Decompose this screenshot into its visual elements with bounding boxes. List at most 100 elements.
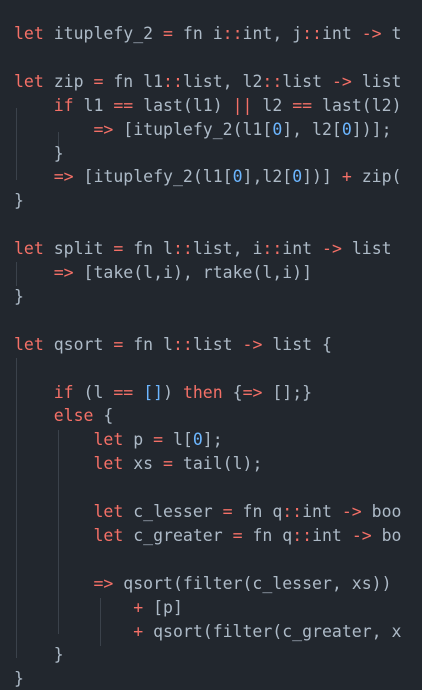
code-token: qsort xyxy=(43,334,114,354)
code-token: if xyxy=(53,382,74,402)
code-token: } xyxy=(14,191,24,211)
code-token: t xyxy=(381,24,402,43)
code-token: (l xyxy=(73,382,114,402)
code-line[interactable]: => [ituplefy_2(l1[0], l2[0])]; xyxy=(14,118,392,142)
code-token: int xyxy=(312,525,352,545)
code-token: int xyxy=(282,239,323,259)
code-token: last(l1) xyxy=(133,95,233,115)
code-line[interactable]: let ituplefy_2 = fn i::int, j::int -> t xyxy=(14,22,402,46)
code-token: } xyxy=(14,645,64,665)
code-line[interactable]: let split = fn l::list, i::int -> list xyxy=(14,237,392,261)
code-token: = xyxy=(163,24,173,43)
code-token: l[ xyxy=(163,430,193,450)
code-token: c_greater xyxy=(123,525,233,545)
code-token: == xyxy=(113,382,134,402)
code-token: ])]; xyxy=(351,119,392,139)
code-token: [p] xyxy=(143,597,183,617)
code-token: fn l xyxy=(123,239,173,259)
code-token: => xyxy=(93,119,114,139)
code-token: :: xyxy=(292,525,313,545)
code-token: [take(l,i), rtake(l,i)] xyxy=(73,263,313,282)
code-token: => xyxy=(242,382,263,402)
code-token: 0 xyxy=(192,430,203,450)
code-token: -> xyxy=(242,334,263,354)
code-editor[interactable]: let ituplefy_2 = fn i::int, j::int -> tl… xyxy=(0,0,422,690)
code-token: let xyxy=(93,502,124,521)
code-line[interactable]: let c_lesser = fn q::int -> boo xyxy=(14,500,401,524)
code-token: + xyxy=(133,597,144,617)
code-token: ]; xyxy=(202,430,223,450)
code-token: + xyxy=(341,167,352,187)
code-token: else xyxy=(53,406,94,426)
code-token: then xyxy=(182,382,223,402)
code-line[interactable]: if l1 == last(l1) || l2 == last(l2) xyxy=(14,94,402,118)
code-token: [ituplefy_2(l1[ xyxy=(73,167,233,187)
code-token: l1 xyxy=(73,95,114,115)
code-token: 0 xyxy=(272,119,283,139)
code-token: == xyxy=(292,95,313,115)
code-token: p xyxy=(123,430,154,450)
code-token: list xyxy=(282,71,332,91)
code-token: :: xyxy=(222,24,243,43)
code-token: { xyxy=(93,406,114,426)
code-line[interactable]: let qsort = fn l::list -> list { xyxy=(14,333,332,357)
code-token: = xyxy=(222,502,233,521)
code-line[interactable]: } xyxy=(14,643,64,667)
code-token: last(l2) xyxy=(312,95,402,115)
code-token: 0 xyxy=(232,167,243,187)
code-token: fn q xyxy=(242,525,293,545)
code-token: let xyxy=(93,525,124,545)
code-token: list xyxy=(341,239,392,259)
code-line[interactable]: let zip = fn l1::list, l2::list -> list xyxy=(14,70,401,94)
code-line[interactable]: => [take(l,i), rtake(l,i)] xyxy=(14,261,312,285)
code-token: :: xyxy=(262,71,283,91)
code-token: { xyxy=(222,382,243,402)
code-token: [];} xyxy=(262,382,313,402)
code-line[interactable]: + [p] xyxy=(14,596,183,620)
code-line[interactable]: } xyxy=(14,189,24,213)
code-token: ) xyxy=(163,382,183,402)
code-token: 0 xyxy=(292,167,303,187)
code-token: list, i xyxy=(192,239,263,259)
code-token: l2 xyxy=(252,95,293,115)
code-token: let xyxy=(93,454,124,474)
code-line[interactable]: => [ituplefy_2(l1[0],l2[0])] + zip( xyxy=(14,165,402,189)
code-token: :: xyxy=(172,239,193,259)
code-line[interactable]: let c_greater = fn q::int -> bo xyxy=(14,524,402,548)
code-token: = xyxy=(93,71,104,91)
code-token: let xyxy=(14,334,44,354)
code-line[interactable]: } xyxy=(14,667,24,690)
code-line[interactable]: + qsort(filter(c_greater, x xyxy=(14,620,401,644)
code-line[interactable]: let xs = tail(l); xyxy=(14,452,262,476)
code-token: list, l2 xyxy=(182,71,263,91)
code-token: zip( xyxy=(351,167,402,187)
code-token: bo xyxy=(371,525,402,545)
code-token: c_lesser xyxy=(123,502,223,521)
code-token: => xyxy=(53,167,74,187)
code-token: split xyxy=(43,239,114,259)
code-line[interactable]: else { xyxy=(14,404,114,428)
code-token: ], l2[ xyxy=(282,119,342,139)
code-token: } xyxy=(14,143,64,163)
code-token: :: xyxy=(302,24,322,43)
code-token: :: xyxy=(262,239,283,259)
code-token: list xyxy=(351,71,402,91)
code-line[interactable]: if (l == []) then {=> [];} xyxy=(14,381,312,405)
code-token: int xyxy=(302,502,342,521)
code-line[interactable]: => qsort(filter(c_lesser, xs)) xyxy=(14,572,391,596)
code-token: [ituplefy_2(l1[ xyxy=(113,119,273,139)
code-line[interactable]: let p = l[0]; xyxy=(14,428,223,452)
code-token: -> xyxy=(341,502,362,521)
code-token: } xyxy=(14,669,24,689)
code-line[interactable]: } xyxy=(14,142,64,166)
code-token: = xyxy=(113,334,124,354)
code-line[interactable]: } xyxy=(14,285,24,309)
